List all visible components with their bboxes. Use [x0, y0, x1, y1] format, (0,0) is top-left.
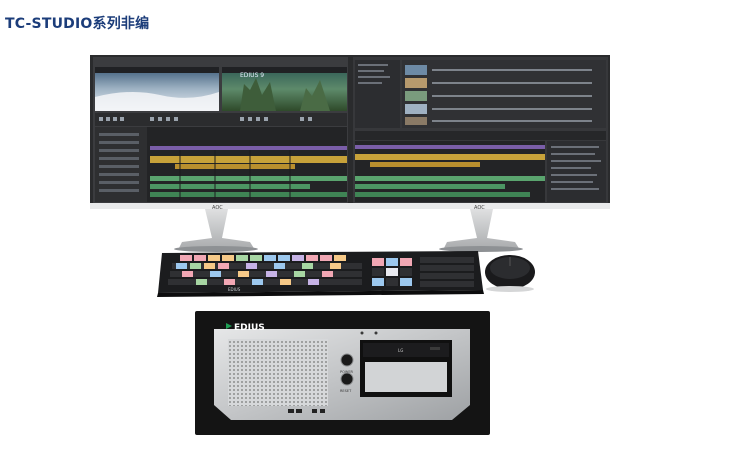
workstation-brand: EDIUS: [234, 323, 265, 333]
reset-button: [340, 372, 354, 386]
left-monitor: EDIUS 9 AOC: [90, 55, 350, 252]
blank-bay: [365, 362, 447, 392]
reset-label: RESET: [340, 389, 352, 393]
power-button: [340, 353, 354, 367]
keyboard: EDIUS: [157, 251, 484, 297]
keyboard-brand: EDIUS: [228, 287, 241, 292]
mouse: [485, 255, 535, 292]
right-monitor: AOC: [350, 55, 610, 252]
workstation: EDIUS POWER RESET LG: [195, 311, 490, 435]
drive-brand: LG: [398, 348, 403, 353]
edius-screen-badge: EDIUS 9: [240, 72, 264, 79]
vent-grille: [228, 339, 328, 406]
product-scene: EDIUS 9 AOC AOC EDIUS EDIUS POWER RESET …: [90, 55, 610, 435]
